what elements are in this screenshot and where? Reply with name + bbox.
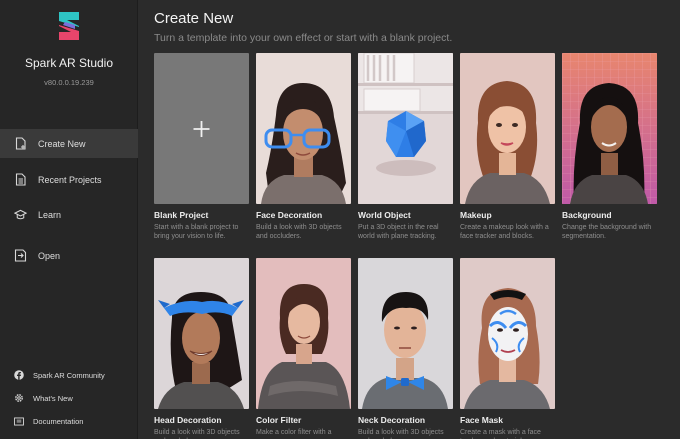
plus-icon bbox=[193, 121, 210, 137]
template-card-face-decoration[interactable]: Face Decoration Build a look with 3D obj… bbox=[256, 53, 351, 241]
template-card-background[interactable]: Background Change the background with se… bbox=[562, 53, 657, 241]
template-thumbnail bbox=[460, 53, 555, 204]
template-title: Color Filter bbox=[256, 415, 302, 425]
open-folder-icon bbox=[14, 249, 27, 262]
template-thumbnail bbox=[358, 258, 453, 409]
template-card-world-object[interactable]: World Object Put a 3D object in the real… bbox=[358, 53, 453, 241]
spark-ar-logo-icon bbox=[55, 10, 83, 42]
main-content: Create New Turn a template into your own… bbox=[138, 0, 680, 439]
sidebar: Spark AR Studio v80.0.0.19.239 Create Ne… bbox=[0, 0, 138, 439]
template-card-face-mask[interactable]: Face Mask Create a mask with a face trac… bbox=[460, 258, 555, 439]
template-title: Blank Project bbox=[154, 210, 209, 220]
page-title: Create New bbox=[154, 10, 234, 27]
nav-label: Recent Projects bbox=[38, 174, 102, 185]
template-thumbnail bbox=[256, 258, 351, 409]
nav-label: Open bbox=[38, 250, 61, 261]
new-file-icon bbox=[14, 137, 27, 150]
template-description: Make a color filter with a bbox=[256, 429, 332, 436]
template-title: Head Decoration bbox=[154, 415, 222, 425]
document-icon bbox=[14, 173, 27, 186]
book-icon bbox=[14, 416, 24, 426]
app-version: v80.0.0.19.239 bbox=[44, 78, 94, 87]
template-description: Put a 3D object in the real world with p… bbox=[358, 224, 439, 240]
nav-label: Create New bbox=[38, 138, 86, 149]
template-description: Build a look with 3D objects and occlude… bbox=[358, 429, 444, 439]
template-card-head-decoration[interactable]: Head Decoration Build a look with 3D obj… bbox=[154, 258, 249, 439]
neck-decoration-preview-image bbox=[362, 292, 448, 409]
graduation-cap-icon bbox=[14, 208, 27, 221]
template-description: Build a look with 3D objects and occlude… bbox=[154, 429, 240, 439]
background-preview-image bbox=[562, 53, 657, 204]
world-object-preview-image bbox=[358, 53, 453, 204]
nav-open[interactable]: Open bbox=[0, 241, 138, 270]
makeup-preview-image bbox=[465, 81, 550, 204]
template-title: Face Decoration bbox=[256, 210, 323, 220]
footer-label: Documentation bbox=[33, 416, 84, 426]
template-description: Change the background with segmentation. bbox=[562, 224, 652, 240]
gear-icon bbox=[14, 393, 24, 403]
face-mask-preview-image bbox=[464, 288, 550, 409]
color-filter-preview-image bbox=[258, 284, 350, 409]
template-thumbnail bbox=[154, 53, 249, 204]
footer-spark-ar-community[interactable]: Spark AR Community bbox=[0, 367, 138, 383]
page-subtitle: Turn a template into your own effect or … bbox=[154, 32, 453, 44]
template-card-blank-project[interactable]: Blank Project Start with a blank project… bbox=[154, 53, 249, 241]
template-description: Create a mask with a face tracker and ma… bbox=[460, 429, 541, 439]
template-thumbnail bbox=[460, 258, 555, 409]
template-thumbnail bbox=[358, 53, 453, 204]
template-card-color-filter[interactable]: Color Filter Make a color filter with a bbox=[256, 258, 351, 437]
template-description: Build a look with 3D objects and occlude… bbox=[256, 224, 342, 240]
template-title: Neck Decoration bbox=[358, 415, 426, 425]
template-title: Background bbox=[562, 210, 612, 220]
template-thumbnail bbox=[562, 53, 657, 204]
template-description: Start with a blank project to bring your… bbox=[154, 224, 239, 240]
nav-recent-projects[interactable]: Recent Projects bbox=[0, 165, 138, 194]
nav-create-new[interactable]: Create New bbox=[0, 129, 138, 158]
template-card-makeup[interactable]: Makeup Create a makeup look with a face … bbox=[460, 53, 555, 241]
template-title: Face Mask bbox=[460, 415, 503, 425]
facebook-icon bbox=[14, 370, 24, 380]
footer-label: What's New bbox=[33, 393, 73, 403]
template-title: Makeup bbox=[460, 210, 492, 220]
template-description: Create a makeup look with a face tracker… bbox=[460, 224, 549, 240]
template-thumbnail bbox=[256, 53, 351, 204]
template-card-neck-decoration[interactable]: Neck Decoration Build a look with 3D obj… bbox=[358, 258, 453, 439]
template-title: World Object bbox=[358, 210, 411, 220]
app-title: Spark AR Studio bbox=[24, 56, 114, 70]
footer-whats-new[interactable]: What's New bbox=[0, 390, 138, 406]
nav-label: Learn bbox=[38, 209, 62, 220]
template-thumbnail bbox=[154, 258, 249, 409]
face-decoration-preview-image bbox=[261, 83, 346, 204]
footer-documentation[interactable]: Documentation bbox=[0, 413, 138, 429]
head-decoration-preview-image bbox=[158, 292, 244, 409]
nav-learn[interactable]: Learn bbox=[0, 200, 138, 229]
footer-label: Spark AR Community bbox=[33, 370, 105, 380]
